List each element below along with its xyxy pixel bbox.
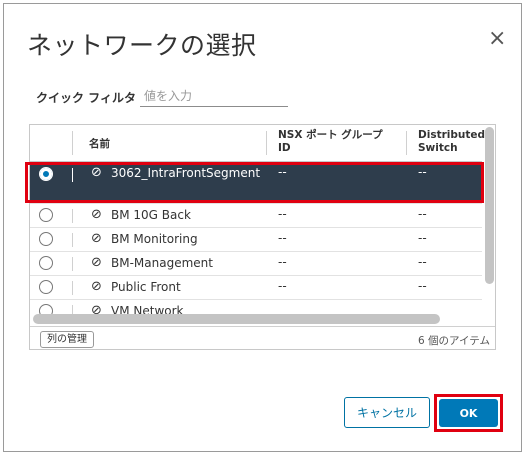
cancel-button[interactable]: キャンセル — [344, 397, 430, 428]
row-distributed-switch: -- — [418, 165, 427, 179]
row-distributed-switch: -- — [418, 279, 427, 293]
grid-footer: 列の管理 6 個のアイテム — [30, 326, 495, 349]
table-row[interactable]: ⊘ Public Front -- -- — [30, 276, 482, 300]
column-header-nsx-port-group-id[interactable]: NSX ポート グループ ID — [278, 129, 398, 155]
close-icon[interactable]: × — [488, 28, 506, 50]
network-grid: 名前 NSX ポート グループ ID Distributed Switch ⊘ … — [29, 124, 496, 350]
ok-button[interactable]: OK — [439, 399, 498, 427]
row-name: BM Monitoring — [111, 232, 198, 246]
dialog-title: ネットワークの選択 — [27, 31, 257, 60]
ok-button-highlight: OK — [434, 394, 503, 432]
table-row[interactable]: ⊘ 3062_IntraFrontSegment -- -- — [30, 162, 482, 204]
column-header-name[interactable]: 名前 — [89, 138, 110, 151]
row-nsx-id: -- — [278, 165, 287, 179]
row-name: Public Front — [111, 280, 181, 294]
manage-columns-button[interactable]: 列の管理 — [40, 331, 94, 348]
row-nsx-id: -- — [278, 255, 287, 269]
row-radio[interactable] — [39, 280, 53, 294]
row-radio[interactable] — [39, 256, 53, 270]
row-name: 3062_IntraFrontSegment — [111, 166, 261, 180]
row-name: BM-Management — [111, 256, 213, 270]
vertical-scrollbar[interactable] — [485, 127, 494, 284]
quick-filter-input[interactable] — [140, 85, 288, 107]
row-distributed-switch: -- — [418, 231, 427, 245]
network-icon: ⊘ — [91, 255, 102, 270]
item-count: 6 個のアイテム — [418, 335, 490, 347]
table-row[interactable]: ⊘ BM 10G Back -- -- — [30, 204, 482, 228]
row-distributed-switch: -- — [418, 255, 427, 269]
row-radio[interactable] — [39, 208, 53, 222]
network-icon: ⊘ — [91, 279, 102, 294]
table-row[interactable]: ⊘ BM Monitoring -- -- — [30, 228, 482, 252]
row-nsx-id: -- — [278, 207, 287, 221]
quick-filter-label: クイック フィルタ — [36, 91, 136, 105]
network-icon: ⊘ — [91, 207, 102, 222]
network-icon: ⊘ — [91, 231, 102, 246]
row-radio[interactable] — [39, 167, 53, 181]
row-nsx-id: -- — [278, 279, 287, 293]
horizontal-scrollbar[interactable] — [33, 314, 440, 324]
row-nsx-id: -- — [278, 231, 287, 245]
row-radio[interactable] — [39, 232, 53, 246]
grid-header: 名前 NSX ポート グループ ID Distributed Switch — [30, 125, 485, 162]
network-icon: ⊘ — [91, 165, 102, 180]
row-name: BM 10G Back — [111, 208, 191, 222]
column-header-distributed-switch[interactable]: Distributed Switch — [418, 129, 485, 155]
table-row[interactable]: ⊘ BM-Management -- -- — [30, 252, 482, 276]
row-distributed-switch: -- — [418, 207, 427, 221]
